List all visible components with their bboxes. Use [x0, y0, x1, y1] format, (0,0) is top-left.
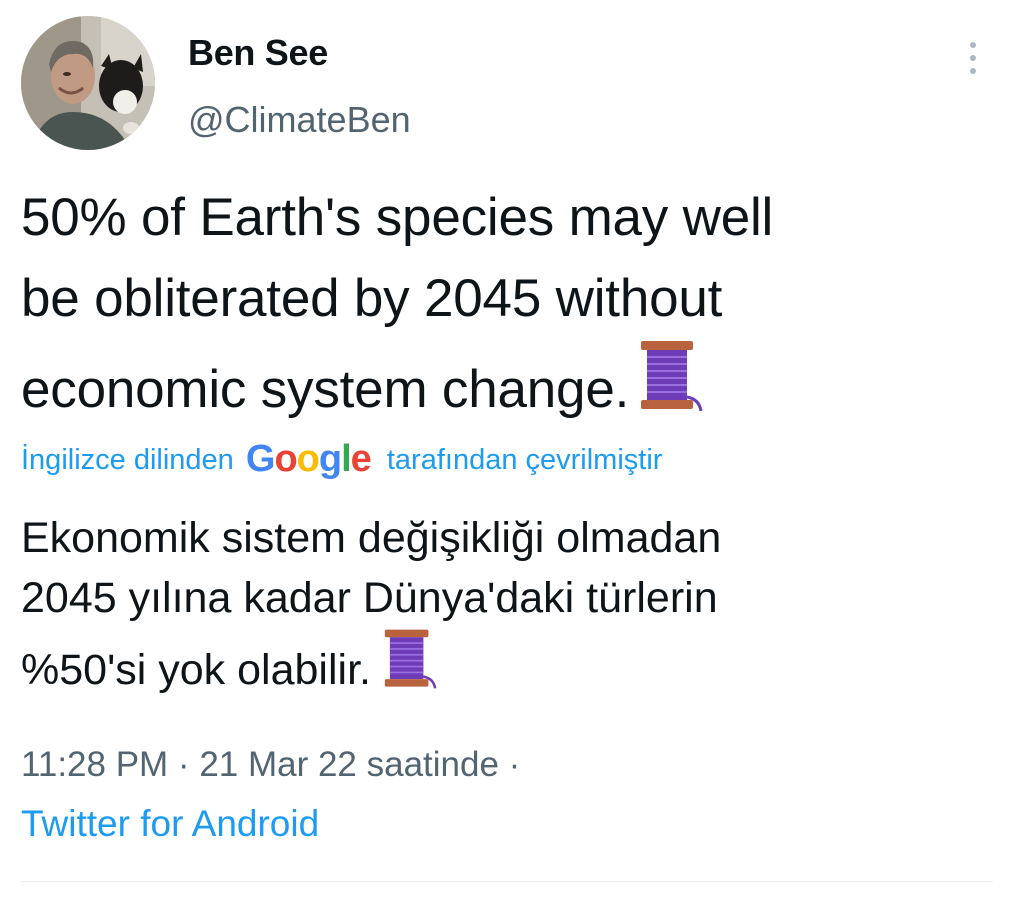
tweet-text-line: economic system change.: [21, 360, 630, 419]
display-name[interactable]: Ben See: [188, 32, 328, 74]
more-vertical-icon-dot: [970, 68, 976, 74]
tweet: Ben See @ClimateBen 50% of Earth's speci…: [0, 0, 1024, 906]
translation-prefix: İngilizce dilinden: [21, 444, 234, 476]
translated-text: Ekonomik sistem değişikliği olmadan 2045…: [21, 508, 981, 706]
translation-suffix: tarafından çevrilmiştir: [386, 444, 663, 476]
tweet-timestamp[interactable]: 11:28 PM · 21 Mar 22 saatinde ·: [21, 745, 520, 785]
translated-text-line: Ekonomik sistem değişikliği olmadan: [21, 514, 722, 562]
more-vertical-icon-dot: [970, 42, 976, 48]
avatar[interactable]: [21, 16, 155, 150]
more-options-button[interactable]: [958, 38, 988, 78]
tweet-text-line-last: economic system change.: [21, 339, 981, 436]
translated-text-line-last: %50'si yok olabilir.: [21, 628, 981, 706]
tweet-text-line: 50% of Earth's species may well: [21, 188, 774, 247]
user-handle[interactable]: @ClimateBen: [188, 99, 411, 141]
more-vertical-icon-dot: [970, 55, 976, 61]
tweet-text-line: be obliterated by 2045 without: [21, 269, 723, 328]
tweet-source-link[interactable]: Twitter for Android: [21, 803, 319, 845]
avatar-image: [21, 16, 155, 150]
translated-text-line: %50'si yok olabilir.: [21, 646, 371, 694]
translation-note[interactable]: İngilizce dilinden Google tarafından çev…: [21, 438, 662, 481]
tweet-text: 50% of Earth's species may well be oblit…: [21, 177, 981, 436]
google-logo: Google: [245, 438, 372, 480]
translated-text-line: 2045 yılına kadar Dünya'daki türlerin: [21, 574, 718, 622]
divider: [21, 881, 993, 882]
spool-of-thread-icon: [639, 339, 703, 436]
spool-of-thread-icon: [383, 628, 437, 706]
